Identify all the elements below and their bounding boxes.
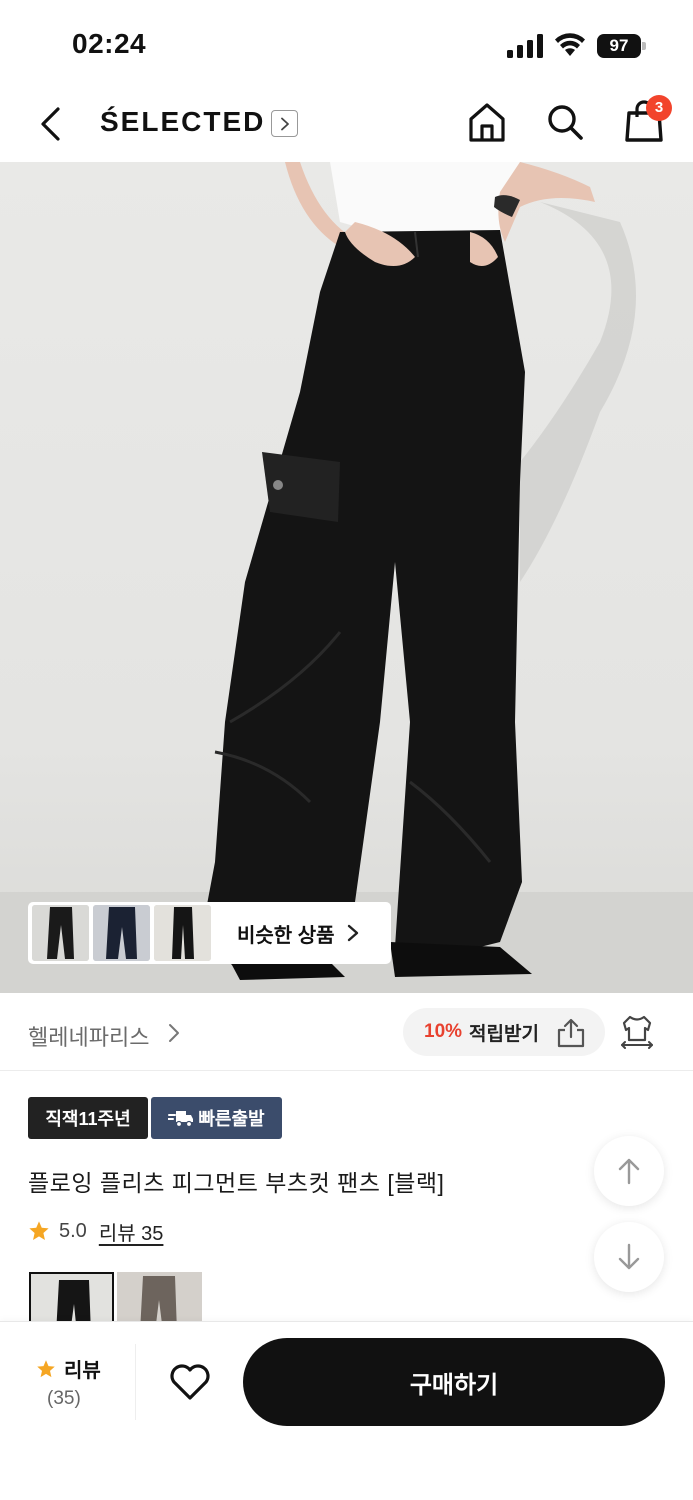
home-button[interactable] bbox=[466, 100, 508, 144]
similar-products-label: 비슷한 상품 bbox=[237, 924, 335, 947]
home-icon bbox=[469, 103, 505, 142]
status-bar: 02:24 97 bbox=[0, 0, 693, 86]
battery-level: 97 bbox=[597, 34, 641, 58]
buy-button-label: 구매하기 bbox=[409, 1371, 499, 1399]
similar-thumbnail bbox=[154, 905, 211, 961]
pants-thumbnail-image bbox=[93, 905, 150, 961]
brand-name[interactable]: ŚELECTED bbox=[100, 106, 265, 138]
product-title: 플로잉 플리츠 피그먼트 부츠컷 팬츠 [블랙] bbox=[28, 1170, 445, 1196]
review-summary-label: 리뷰 bbox=[64, 1360, 101, 1382]
chevron-right-icon bbox=[347, 924, 358, 942]
chevron-left-icon bbox=[41, 107, 60, 141]
brand-more-button[interactable] bbox=[271, 110, 298, 137]
clothing-size-icon[interactable] bbox=[619, 1014, 655, 1050]
points-label: 적립받기 bbox=[469, 1023, 539, 1045]
chevron-right-icon bbox=[280, 117, 289, 130]
seller-name-link[interactable]: 헬레네파리스 bbox=[28, 1020, 149, 1052]
fast-shipping-badge: 빠른출발 bbox=[151, 1097, 282, 1139]
battery-indicator: 97 bbox=[597, 34, 647, 58]
back-button[interactable] bbox=[30, 102, 70, 146]
rating-value: 5.0 bbox=[59, 1219, 87, 1242]
anniversary-badge-label: 직잭11주년 bbox=[45, 1109, 131, 1129]
review-summary-count: (35) bbox=[47, 1388, 81, 1409]
heart-icon bbox=[170, 1364, 210, 1400]
similar-thumbnail bbox=[93, 905, 150, 961]
wishlist-button[interactable] bbox=[168, 1360, 212, 1404]
anniversary-badge: 직잭11주년 bbox=[28, 1097, 148, 1139]
chevron-right-icon bbox=[169, 1024, 179, 1042]
star-icon bbox=[29, 1221, 49, 1240]
delivery-truck-icon bbox=[168, 1111, 194, 1127]
search-button[interactable] bbox=[544, 100, 586, 144]
review-summary-button[interactable]: 리뷰 (35) bbox=[0, 1344, 136, 1420]
review-summary-header: 리뷰 bbox=[36, 1354, 101, 1383]
cart-count-badge: 3 bbox=[646, 95, 672, 121]
search-icon bbox=[548, 105, 583, 140]
scroll-to-bottom-button[interactable] bbox=[594, 1222, 664, 1292]
points-percent: 10% bbox=[424, 1021, 463, 1042]
buy-button[interactable]: 구매하기 bbox=[243, 1338, 665, 1426]
app-header: ŚELECTED bbox=[0, 86, 693, 162]
bottom-action-bar: 리뷰 (35) 구매하기 bbox=[0, 1321, 693, 1500]
status-time: 02:24 bbox=[72, 28, 147, 59]
rating-row: 5.0 리뷰 35 bbox=[28, 1217, 163, 1245]
pants-thumbnail-image bbox=[32, 905, 89, 961]
pants-thumbnail-image bbox=[154, 905, 211, 961]
scroll-to-top-button[interactable] bbox=[594, 1136, 664, 1206]
product-main-image[interactable] bbox=[0, 162, 693, 993]
fast-shipping-label: 빠른출발 bbox=[198, 1109, 265, 1129]
seller-row: 헬레네파리스 10% 적립받기 bbox=[0, 994, 693, 1071]
similar-thumbnail bbox=[32, 905, 89, 961]
wifi-icon bbox=[555, 33, 585, 56]
model-wearing-pants-illustration bbox=[0, 162, 693, 993]
star-icon bbox=[37, 1359, 55, 1377]
cellular-signal-icon bbox=[507, 34, 543, 58]
share-icon[interactable] bbox=[556, 1018, 586, 1048]
review-link[interactable]: 리뷰 35 bbox=[99, 1217, 164, 1246]
similar-products-button[interactable]: 비슷한 상품 bbox=[28, 902, 391, 964]
arrow-up-icon bbox=[618, 1158, 640, 1185]
arrow-down-icon bbox=[618, 1243, 640, 1270]
battery-cap bbox=[642, 42, 646, 50]
